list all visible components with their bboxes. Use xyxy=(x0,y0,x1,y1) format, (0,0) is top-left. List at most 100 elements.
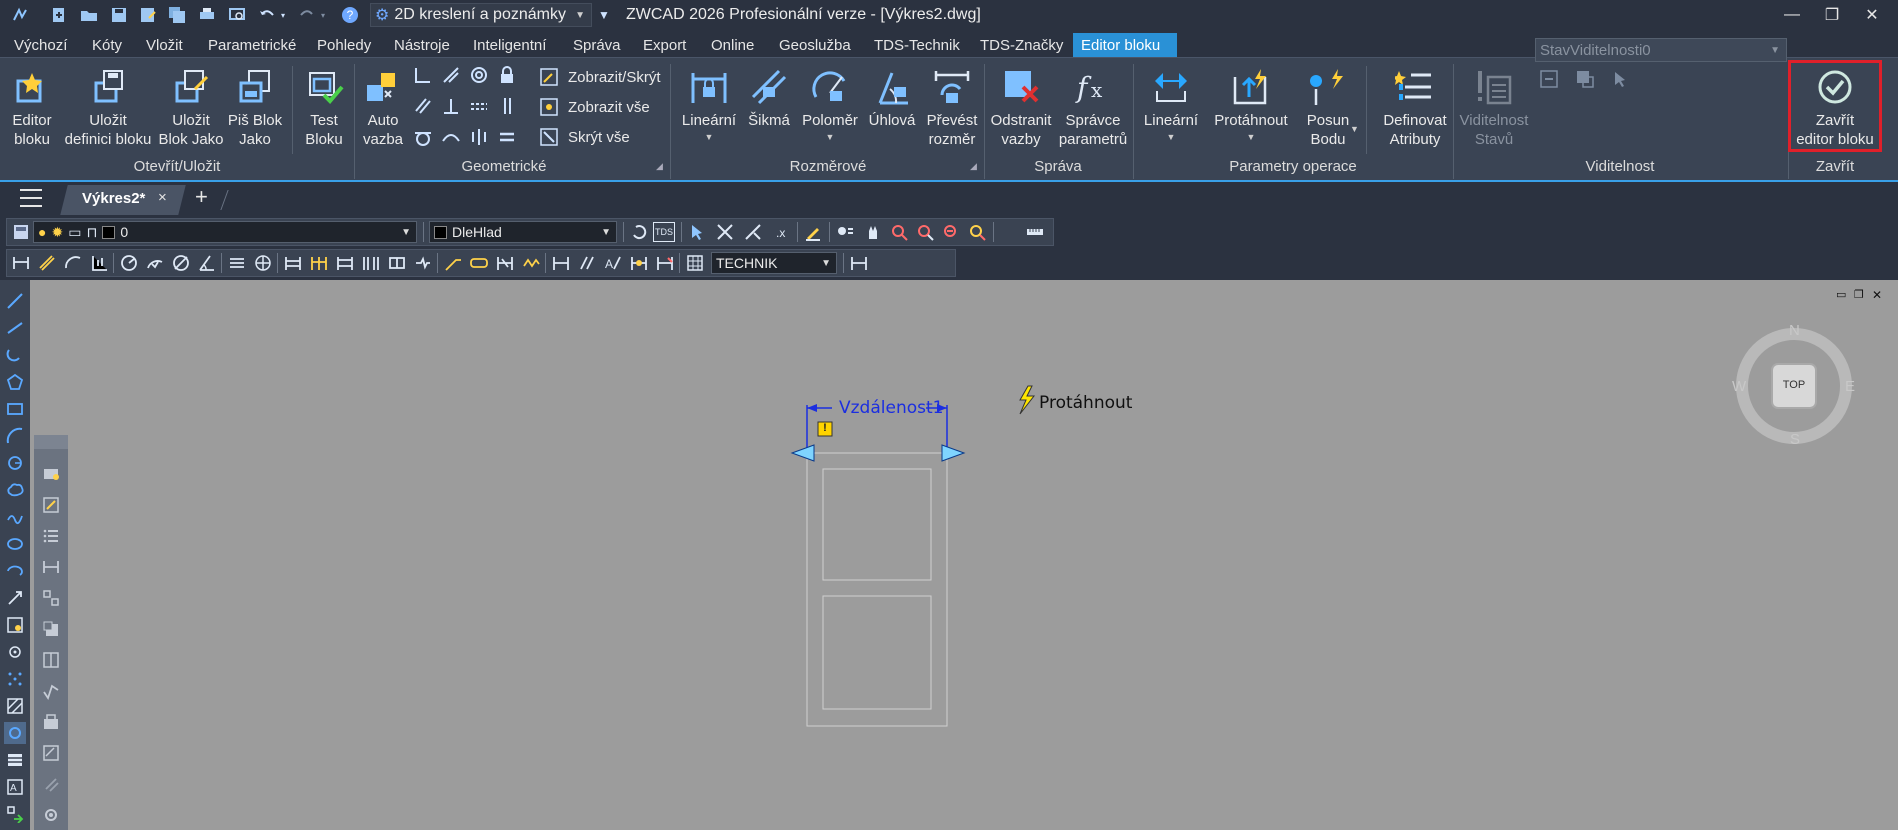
app-logo-icon[interactable] xyxy=(12,6,30,24)
dim-style-manager-icon[interactable] xyxy=(685,253,705,273)
palette-linear-icon[interactable] xyxy=(40,556,62,578)
aligned-dim-constraint-button[interactable]: Šikmá xyxy=(744,66,794,130)
equal-icon[interactable] xyxy=(496,126,518,148)
save-block-definition-button[interactable]: Uložit definici bloku xyxy=(60,66,156,149)
extend-icon[interactable] xyxy=(743,222,763,242)
palette-edit-icon[interactable] xyxy=(40,494,62,516)
dim-update-icon[interactable] xyxy=(629,253,649,273)
show-hide-constraints-button[interactable]: Zobrazit/Skrýt xyxy=(538,66,661,88)
zoom-window-icon[interactable] xyxy=(915,222,935,242)
radius-dim-constraint-button[interactable]: Poloměr ▼ xyxy=(798,66,862,147)
mtext-tool-icon[interactable]: A xyxy=(4,776,26,798)
linear-dim-constraint-button[interactable]: Lineární ▼ xyxy=(678,66,740,147)
tab-editor-bloku[interactable]: Editor bloku xyxy=(1073,33,1177,57)
dialog-launcher-icon[interactable]: ◢ xyxy=(656,161,663,172)
open-file-icon[interactable] xyxy=(80,6,98,24)
tab-tds-znacky[interactable]: TDS-Značky xyxy=(972,33,1071,57)
zoom-previous-icon[interactable] xyxy=(941,222,961,242)
center-mark-icon[interactable] xyxy=(253,253,273,273)
dimstyle-select[interactable]: TECHNIK ▼ xyxy=(711,252,837,274)
tab-online[interactable]: Online xyxy=(703,33,762,57)
table-tool-icon[interactable] xyxy=(4,749,26,771)
dim-arc-icon[interactable] xyxy=(63,253,83,273)
dim-edit-icon[interactable] xyxy=(521,253,541,273)
visibility-states-button[interactable]: Viditelnost Stavů xyxy=(1456,66,1532,149)
palette-flip-icon[interactable] xyxy=(40,649,62,671)
palette-list-icon[interactable] xyxy=(40,525,62,547)
parallel-icon[interactable] xyxy=(412,95,434,117)
polygon-tool-icon[interactable] xyxy=(4,371,26,393)
region-tool-icon[interactable] xyxy=(4,722,26,744)
dim-text-edit-icon[interactable] xyxy=(551,253,571,273)
dialog-launcher-icon[interactable]: ◢ xyxy=(970,161,977,172)
redo-icon[interactable] xyxy=(298,6,316,24)
palette-lookup-icon[interactable] xyxy=(40,618,62,640)
tab-sprava[interactable]: Správa xyxy=(565,33,629,57)
circle-tool-icon[interactable] xyxy=(4,452,26,474)
viewcube-top-label[interactable]: TOP xyxy=(1778,379,1810,391)
show-all-constraints-button[interactable]: Zobrazit vše xyxy=(538,96,661,118)
dim-jogged-icon[interactable] xyxy=(145,253,165,273)
tab-vlozit[interactable]: Vložit xyxy=(138,33,191,57)
stretch-action-button[interactable]: Protáhnout ▼ xyxy=(1208,66,1294,147)
measure-icon[interactable] xyxy=(1025,222,1045,242)
tab-geosluzba[interactable]: Geoslužba xyxy=(771,33,859,57)
layer-manager-icon[interactable] xyxy=(11,222,31,242)
hamburger-menu-icon[interactable] xyxy=(20,189,42,207)
auto-constraint-button[interactable]: Auto vazba xyxy=(358,66,408,149)
tab-koty[interactable]: Kóty xyxy=(84,33,130,57)
workspace-select[interactable]: ⚙ 2D kreslení a poznámky ▼ xyxy=(370,3,592,27)
point-tool-icon[interactable] xyxy=(4,641,26,663)
stretch-action-label[interactable]: Protáhnout xyxy=(1039,393,1132,413)
symmetric-icon[interactable] xyxy=(468,126,490,148)
ellipse-arc-tool-icon[interactable] xyxy=(4,560,26,582)
parameters-manager-button[interactable]: fx Správce parametrů xyxy=(1058,66,1128,149)
dim-space-icon[interactable] xyxy=(335,253,355,273)
dim-jogline-icon[interactable] xyxy=(413,253,433,273)
dim-oblique-icon[interactable] xyxy=(495,253,515,273)
palette-settings-icon[interactable] xyxy=(40,804,62,826)
fix-lock-icon[interactable] xyxy=(496,64,518,86)
coincident-icon[interactable] xyxy=(412,64,434,86)
visibility-mode-icon[interactable] xyxy=(1538,68,1560,90)
dim-baseline-icon[interactable] xyxy=(283,253,303,273)
dim-angular-icon[interactable] xyxy=(197,253,217,273)
spline-tool-icon[interactable] xyxy=(4,506,26,528)
compass-e-label[interactable]: E xyxy=(1845,378,1855,395)
polyline-tool-icon[interactable] xyxy=(4,344,26,366)
print-icon[interactable] xyxy=(198,6,216,24)
leader-icon[interactable] xyxy=(443,253,463,273)
insert-block-tool-icon[interactable] xyxy=(4,587,26,609)
horizontal-icon[interactable] xyxy=(468,95,490,117)
ellipse-tool-icon[interactable] xyxy=(4,533,26,555)
perpendicular-icon[interactable] xyxy=(440,95,462,117)
dim-continue-icon[interactable] xyxy=(309,253,329,273)
new-file-icon[interactable] xyxy=(50,6,68,24)
tds-icon[interactable]: TDS xyxy=(653,222,675,242)
dim-reassociate-icon[interactable] xyxy=(655,253,675,273)
close-window-icon[interactable]: ✕ xyxy=(1852,2,1892,28)
rotate-icon[interactable] xyxy=(629,222,649,242)
undo-icon[interactable] xyxy=(258,6,276,24)
minimize-icon[interactable]: — xyxy=(1772,2,1812,28)
chevron-down-icon[interactable]: ▼ xyxy=(1350,124,1359,134)
tab-vychozi[interactable]: Výchozí xyxy=(6,33,75,57)
revcloud-tool-icon[interactable] xyxy=(4,479,26,501)
select-pointer-icon[interactable] xyxy=(687,222,707,242)
hatch-tool-icon[interactable] xyxy=(4,695,26,717)
palette-stretch-icon[interactable] xyxy=(40,711,62,733)
tab-pohledy[interactable]: Pohledy xyxy=(309,33,379,57)
save-icon[interactable] xyxy=(110,6,128,24)
linear-parameter-button[interactable]: Lineární ▼ xyxy=(1138,66,1204,147)
viewport-close-icon[interactable]: ✕ xyxy=(1872,288,1886,302)
dim-align-text-icon[interactable]: A xyxy=(603,253,623,273)
tab-inteligentni[interactable]: Inteligentní xyxy=(465,33,554,57)
test-block-button[interactable]: Test Bloku xyxy=(298,66,350,149)
customize-quick-access-icon[interactable]: ▼ xyxy=(595,6,613,24)
palette-rotate-icon[interactable] xyxy=(40,773,62,795)
write-block-as-button[interactable]: Piš Blok Jako xyxy=(226,66,284,149)
convert-dimension-button[interactable]: Převést rozměr xyxy=(922,66,982,149)
redo-dropdown-icon[interactable]: ▾ xyxy=(318,6,328,24)
save-block-as-button[interactable]: Uložit Blok Jako xyxy=(158,66,224,149)
tab-export[interactable]: Export xyxy=(635,33,694,57)
